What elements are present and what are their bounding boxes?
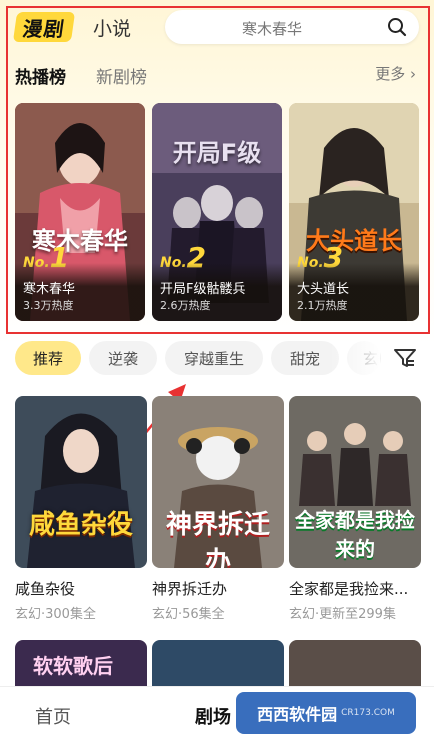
drama-meta: 玄幻·56集全 xyxy=(152,607,225,622)
drama-cover-title-art: 全家都是我捡来的 xyxy=(295,508,415,561)
nav-home[interactable]: 首页 xyxy=(35,703,71,729)
drama-cover-title-art: 神界拆迁办 xyxy=(165,510,270,568)
drama-title: 咸鱼杂役 xyxy=(15,580,76,598)
watermark-url: CR173.COM xyxy=(341,708,395,718)
watermark-brand: 西西软件园 xyxy=(257,705,338,724)
drama-cover: 神界拆迁办 xyxy=(152,396,284,568)
drama-cover-image xyxy=(15,396,147,568)
drama-meta: 玄幻·300集全 xyxy=(15,607,96,622)
drama-title: 全家都是我捡来... xyxy=(289,580,409,598)
drama-cover: 全家都是我捡来的 xyxy=(289,396,421,568)
drama-meta: 玄幻·更新至299集 xyxy=(289,607,396,622)
drama-cover: 咸鱼杂役 xyxy=(15,396,147,568)
annotation-arrow xyxy=(71,384,186,523)
drama-card[interactable]: 全家都是我捡来的 全家都是我捡来... 玄幻·更新至299集 xyxy=(289,396,421,622)
drama-cover-title-art: 软软歌后 xyxy=(33,654,113,678)
drama-card[interactable]: 神界拆迁办 神界拆迁办 玄幻·56集全 xyxy=(152,396,284,622)
drama-title: 神界拆迁办 xyxy=(152,580,228,598)
drama-cover-title-art: 咸鱼杂役 xyxy=(28,510,133,540)
nav-theater[interactable]: 剧场 xyxy=(195,703,231,729)
drama-card[interactable]: 咸鱼杂役 咸鱼杂役 玄幻·300集全 xyxy=(15,396,147,622)
watermark: 西西软件园 CR173.COM xyxy=(236,692,416,734)
